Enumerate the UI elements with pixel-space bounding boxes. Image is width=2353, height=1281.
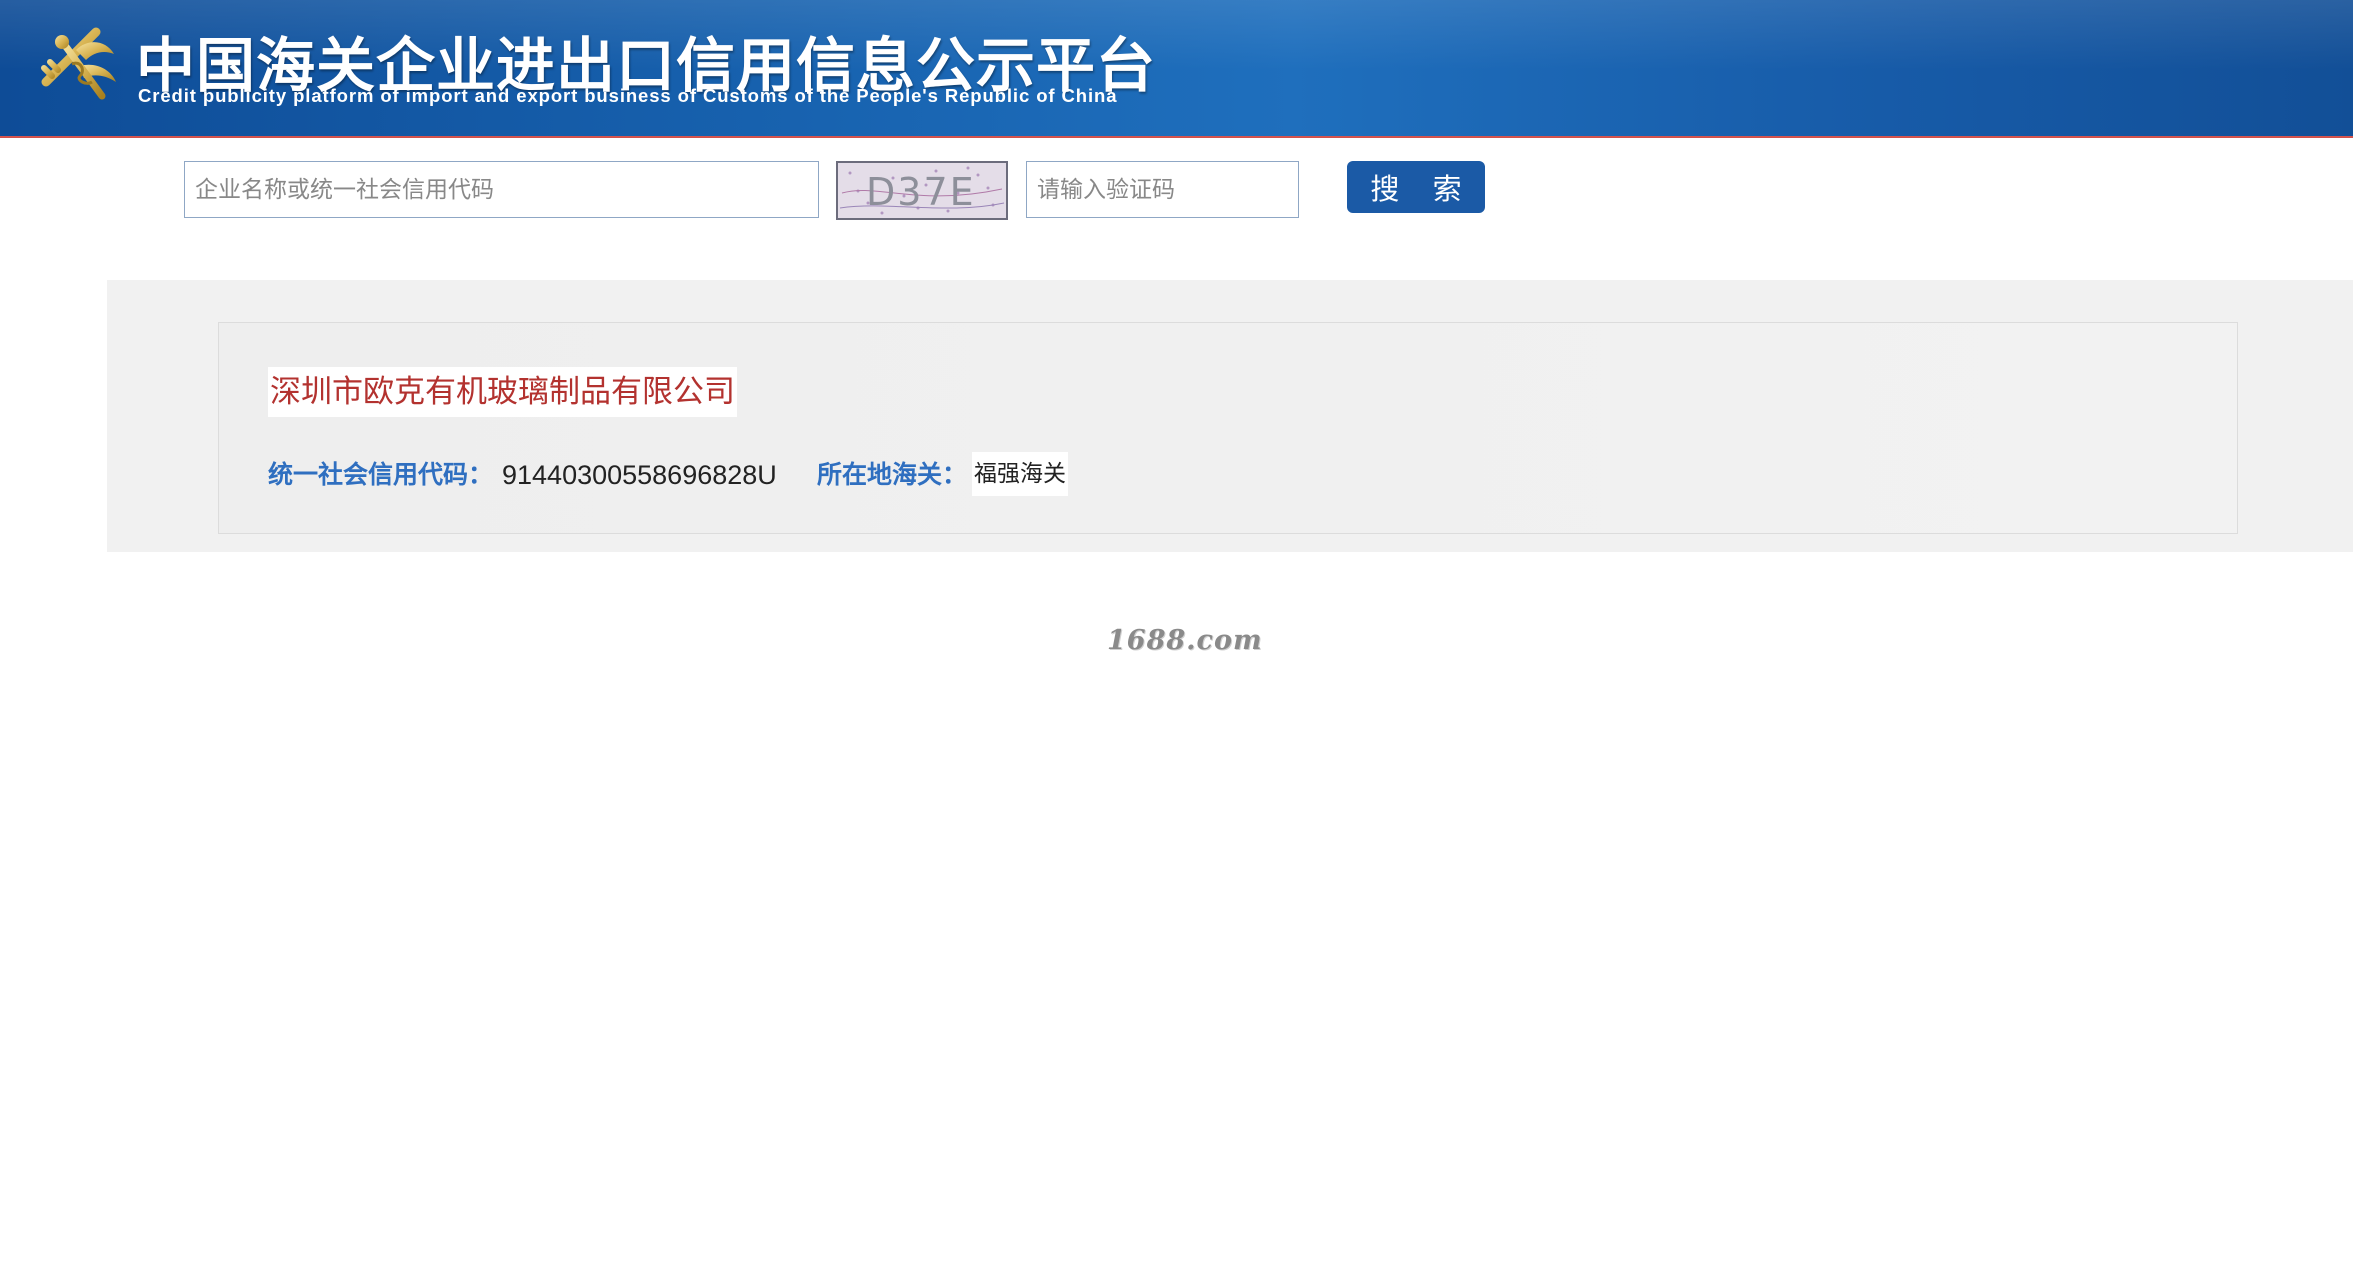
captcha-input[interactable] <box>1026 161 1299 218</box>
captcha-graphic: D37E <box>838 163 1006 218</box>
customs-emblem-icon <box>41 27 116 100</box>
company-search-input[interactable] <box>184 161 819 218</box>
credit-code-label: 统一社会信用代码： <box>268 460 494 489</box>
captcha-text: D37E <box>866 170 976 214</box>
customs-label: 所在地海关： <box>817 460 968 489</box>
search-button[interactable]: 搜 索 <box>1347 161 1485 213</box>
header-stripe <box>0 136 2353 138</box>
header-banner: 中国海关企业进出口信用信息公示平台 Credit publicity platf… <box>0 0 2353 138</box>
customs-value: 福强海关 <box>972 452 1068 496</box>
company-name-link[interactable]: 深圳市欧克有机玻璃制品有限公司 <box>268 367 737 417</box>
captcha-image[interactable]: D37E <box>836 161 1008 220</box>
site-subtitle: Credit publicity platform of import and … <box>138 85 1118 106</box>
result-card[interactable] <box>218 322 2238 534</box>
watermark: 1688.com <box>1107 625 1263 656</box>
credit-code-value: 91440300558696828U <box>502 460 777 490</box>
